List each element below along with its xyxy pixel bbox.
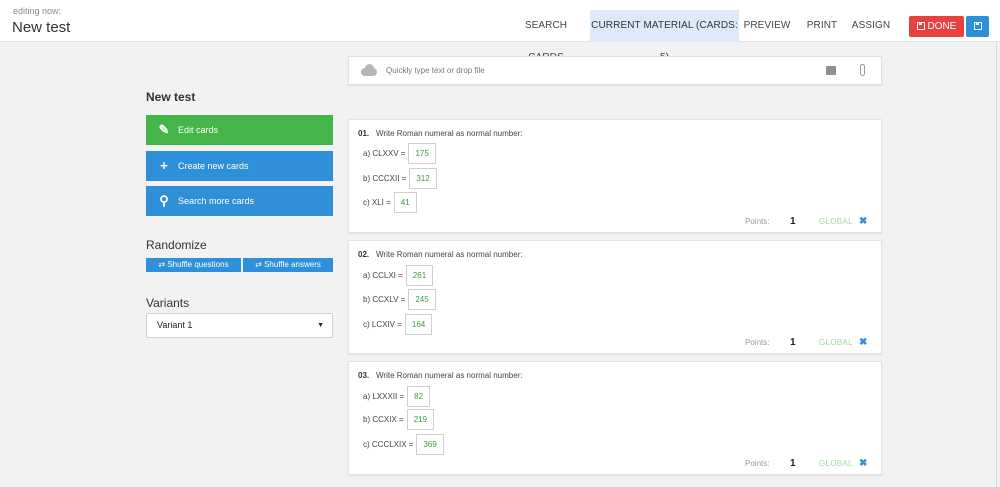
points-label: Points: — [745, 217, 770, 226]
tab-search-cards[interactable]: SEARCH CARDS — [507, 10, 585, 63]
shuffle-icon: ⇄ — [255, 260, 262, 269]
points-label: Points: — [745, 459, 770, 468]
shuffle-answers-button[interactable]: ⇄ Shuffle answers — [243, 258, 333, 272]
editing-now-label: editing now: — [13, 6, 62, 16]
answer-question: a) CLXXV = — [363, 149, 406, 158]
shuffle-answers-label: Shuffle answers — [264, 260, 321, 269]
answer-field[interactable]: 164 — [404, 314, 433, 335]
answer-field[interactable]: 261 — [405, 265, 434, 286]
card-prompt: Write Roman numeral as normal number: — [376, 371, 523, 380]
save-icon — [973, 22, 982, 30]
caret-down-icon: ▼ — [317, 322, 324, 329]
search-more-cards-label: Search more cards — [178, 196, 255, 206]
document-title: New test — [12, 19, 71, 36]
answer-row: a) CLXXV = 175 — [363, 143, 436, 164]
tab-current-material[interactable]: CURRENT MATERIAL (CARDS: 5) — [590, 10, 739, 63]
global-toggle[interactable]: GLOBAL — [819, 459, 853, 468]
card-prompt: Write Roman numeral as normal number: — [376, 250, 523, 259]
answer-question: a) LXXXII = — [363, 392, 405, 401]
points-value[interactable]: 1 — [790, 216, 796, 227]
shuffle-questions-label: Shuffle questions — [167, 260, 229, 269]
paperclip-icon[interactable] — [860, 64, 865, 76]
done-label: DONE — [927, 21, 957, 32]
plus-icon: + — [160, 158, 168, 173]
question-card: 03. Write Roman numeral as normal number… — [348, 361, 882, 475]
answer-row: a) CCLXI = 261 — [363, 265, 434, 286]
remove-card-icon[interactable]: ✖ — [859, 337, 867, 348]
answer-field[interactable]: 245 — [408, 289, 436, 310]
shuffle-icon: ⇄ — [158, 260, 166, 269]
answer-row: a) LXXXII = 82 — [363, 386, 431, 407]
card-number: 02. — [358, 250, 370, 259]
answer-question: a) CCLXI = — [363, 271, 403, 280]
cloud-upload-icon — [361, 64, 377, 76]
done-button[interactable]: DONE — [909, 16, 964, 37]
create-new-cards-button[interactable]: + Create new cards — [146, 151, 333, 181]
remove-card-icon[interactable]: ✖ — [859, 458, 867, 469]
global-toggle[interactable]: GLOBAL — [819, 338, 853, 347]
answer-field[interactable]: 41 — [393, 192, 417, 213]
tab-print[interactable]: PRINT — [802, 10, 842, 42]
card-number: 03. — [358, 371, 370, 380]
answer-question: c) CCCLXIX = — [363, 440, 414, 449]
sidebar-title: New test — [146, 90, 196, 104]
answer-question: b) CCXLV = — [363, 295, 406, 304]
answer-field[interactable]: 82 — [407, 386, 431, 407]
remove-card-icon[interactable]: ✖ — [859, 216, 867, 227]
answer-row: c) XLI = 41 — [363, 192, 417, 213]
search-icon: ⚲ — [159, 193, 169, 208]
quick-input-placeholder: Quickly type text or drop file — [386, 66, 485, 75]
variant-select[interactable]: Variant 1 ▼ — [146, 313, 333, 338]
answer-question: b) CCCXII = — [363, 174, 407, 183]
answer-field[interactable]: 219 — [406, 409, 435, 430]
answer-row: b) CCXLV = 245 — [363, 289, 436, 310]
answer-field[interactable]: 175 — [408, 143, 436, 164]
answer-row: b) CCXIX = 219 — [363, 409, 435, 430]
points-value[interactable]: 1 — [790, 337, 796, 348]
page-border — [996, 42, 997, 487]
create-new-cards-label: Create new cards — [178, 161, 249, 171]
answer-question: b) CCXIX = — [363, 415, 404, 424]
card-number: 01. — [358, 129, 370, 138]
answer-field[interactable]: 369 — [416, 434, 444, 455]
answer-row: c) CCCLXIX = 369 — [363, 434, 444, 455]
card-prompt: Write Roman numeral as normal number: — [376, 129, 523, 138]
pencil-icon: ✎ — [158, 122, 170, 137]
save-icon — [916, 22, 925, 30]
answer-row: b) CCCXII = 312 — [363, 168, 437, 189]
points-label: Points: — [745, 338, 770, 347]
save-button[interactable] — [966, 16, 989, 37]
shuffle-questions-button[interactable]: ⇄ Shuffle questions — [146, 258, 241, 272]
edit-cards-label: Edit cards — [178, 125, 219, 135]
variants-label: Variants — [146, 296, 190, 310]
search-more-cards-button[interactable]: ⚲ Search more cards — [146, 186, 333, 216]
tab-assign[interactable]: ASSIGN — [848, 10, 894, 42]
answer-row: c) LCXIV = 164 — [363, 314, 433, 335]
quick-input-bar[interactable]: Quickly type text or drop file — [348, 56, 882, 85]
variant-selected-value: Variant 1 — [157, 320, 193, 330]
randomize-label: Randomize — [146, 238, 207, 252]
points-value[interactable]: 1 — [790, 458, 796, 469]
answer-question: c) LCXIV = — [363, 320, 402, 329]
image-icon[interactable] — [826, 66, 836, 75]
tab-preview[interactable]: PREVIEW — [742, 10, 792, 42]
answer-field[interactable]: 312 — [409, 168, 437, 189]
edit-cards-button[interactable]: ✎ Edit cards — [146, 115, 333, 145]
global-toggle[interactable]: GLOBAL — [819, 217, 853, 226]
top-bar: editing now: New test SEARCH CARDS CURRE… — [0, 0, 1000, 63]
answer-question: c) XLI = — [363, 198, 391, 207]
question-card: 01. Write Roman numeral as normal number… — [348, 119, 882, 233]
question-card: 02. Write Roman numeral as normal number… — [348, 240, 882, 354]
